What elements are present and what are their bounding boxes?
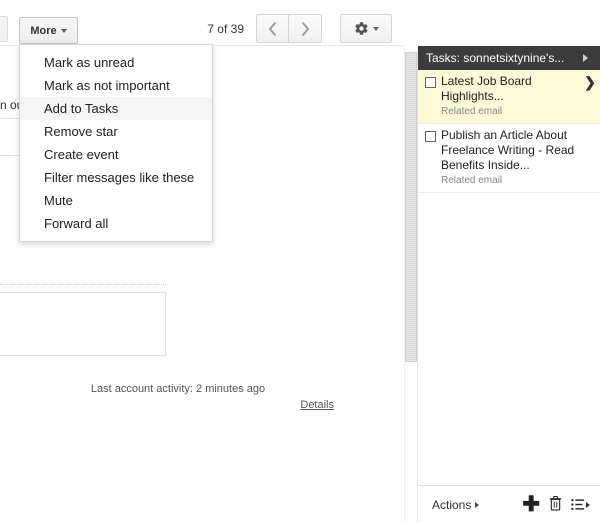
task-subtitle: Related email xyxy=(441,174,596,187)
app-root: More 7 of 39 xyxy=(0,0,600,523)
list-options-icon xyxy=(571,498,585,511)
clipped-toolbar-button[interactable] xyxy=(0,16,8,42)
menu-item[interactable]: Mark as not important xyxy=(20,74,212,97)
menu-item[interactable]: Filter messages like these xyxy=(20,166,212,189)
plus-icon[interactable]: ✚ xyxy=(522,496,540,514)
menu-item[interactable]: Create event xyxy=(20,143,212,166)
menu-item-label: Create event xyxy=(44,147,118,162)
details-link[interactable]: Details xyxy=(0,397,356,413)
chevron-down-icon xyxy=(373,27,379,31)
account-activity: Last account activity: 2 minutes ago Det… xyxy=(0,381,356,413)
task-checkbox[interactable] xyxy=(425,131,436,142)
tasks-panel-title: Tasks: sonnetsixtynine's... xyxy=(426,51,583,65)
more-button-label: More xyxy=(30,25,56,37)
task-detail-chevron-icon[interactable]: ❯ xyxy=(584,75,596,118)
gear-icon xyxy=(354,21,369,36)
settings-button[interactable] xyxy=(340,14,392,43)
next-page-button[interactable] xyxy=(289,14,322,43)
previous-page-button[interactable] xyxy=(256,14,289,43)
triangle-right-icon xyxy=(586,502,590,508)
main-scrollbar-track[interactable] xyxy=(404,46,417,523)
menu-item-label: Remove star xyxy=(44,124,118,139)
menu-item-label: Mute xyxy=(44,193,73,208)
triangle-right-icon[interactable] xyxy=(583,54,588,62)
content-dotted-divider xyxy=(0,284,166,285)
menu-item-label: Add to Tasks xyxy=(44,101,118,116)
pager: 7 of 39 xyxy=(207,14,392,43)
task-subtitle: Related email xyxy=(441,105,584,118)
tasks-list: Latest Job Board Highlights... Related e… xyxy=(418,70,600,485)
task-list-item[interactable]: Latest Job Board Highlights... Related e… xyxy=(418,70,600,124)
task-checkbox[interactable] xyxy=(425,77,436,88)
chevron-down-icon xyxy=(61,29,67,33)
menu-item[interactable]: Forward all xyxy=(20,212,212,235)
task-body: Latest Job Board Highlights... Related e… xyxy=(441,74,584,118)
content-box xyxy=(0,292,166,356)
menu-item-label: Forward all xyxy=(44,216,108,231)
menu-item[interactable]: Add to Tasks xyxy=(20,97,212,120)
toolbar: More 7 of 39 xyxy=(0,0,404,46)
chevron-left-icon xyxy=(268,22,277,36)
tasks-footer-icons: ✚ xyxy=(522,495,590,515)
pager-count: 7 of 39 xyxy=(207,22,244,36)
tasks-panel-header[interactable]: Tasks: sonnetsixtynine's... xyxy=(418,46,600,70)
more-button[interactable]: More xyxy=(19,17,78,44)
menu-item[interactable]: Mute xyxy=(20,189,212,212)
tasks-panel: Tasks: sonnetsixtynine's... Latest Job B… xyxy=(417,46,600,523)
nav-group xyxy=(256,14,322,43)
menu-item[interactable]: Remove star xyxy=(20,120,212,143)
task-list-item[interactable]: Publish an Article About Freelance Writi… xyxy=(418,124,600,193)
task-title: Publish an Article About Freelance Writi… xyxy=(441,128,596,173)
menu-item[interactable]: Mark as unread xyxy=(20,51,212,74)
triangle-right-icon xyxy=(475,502,479,508)
chevron-right-icon xyxy=(301,22,310,36)
main-scrollbar-thumb[interactable] xyxy=(405,52,417,362)
more-dropdown-menu: Mark as unread Mark as not important Add t… xyxy=(19,44,213,242)
menu-item-label: Mark as not important xyxy=(44,78,170,93)
list-options-button[interactable] xyxy=(571,498,590,511)
trash-icon[interactable] xyxy=(549,495,562,515)
tasks-footer: Actions ✚ xyxy=(418,485,600,523)
menu-item-label: Mark as unread xyxy=(44,55,134,70)
task-title: Latest Job Board Highlights... xyxy=(441,74,584,104)
menu-item-label: Filter messages like these xyxy=(44,170,194,185)
actions-label: Actions xyxy=(432,498,471,512)
actions-menu-button[interactable]: Actions xyxy=(432,498,479,512)
task-body: Publish an Article About Freelance Writi… xyxy=(441,128,596,187)
account-activity-text: Last account activity: 2 minutes ago xyxy=(91,383,265,395)
